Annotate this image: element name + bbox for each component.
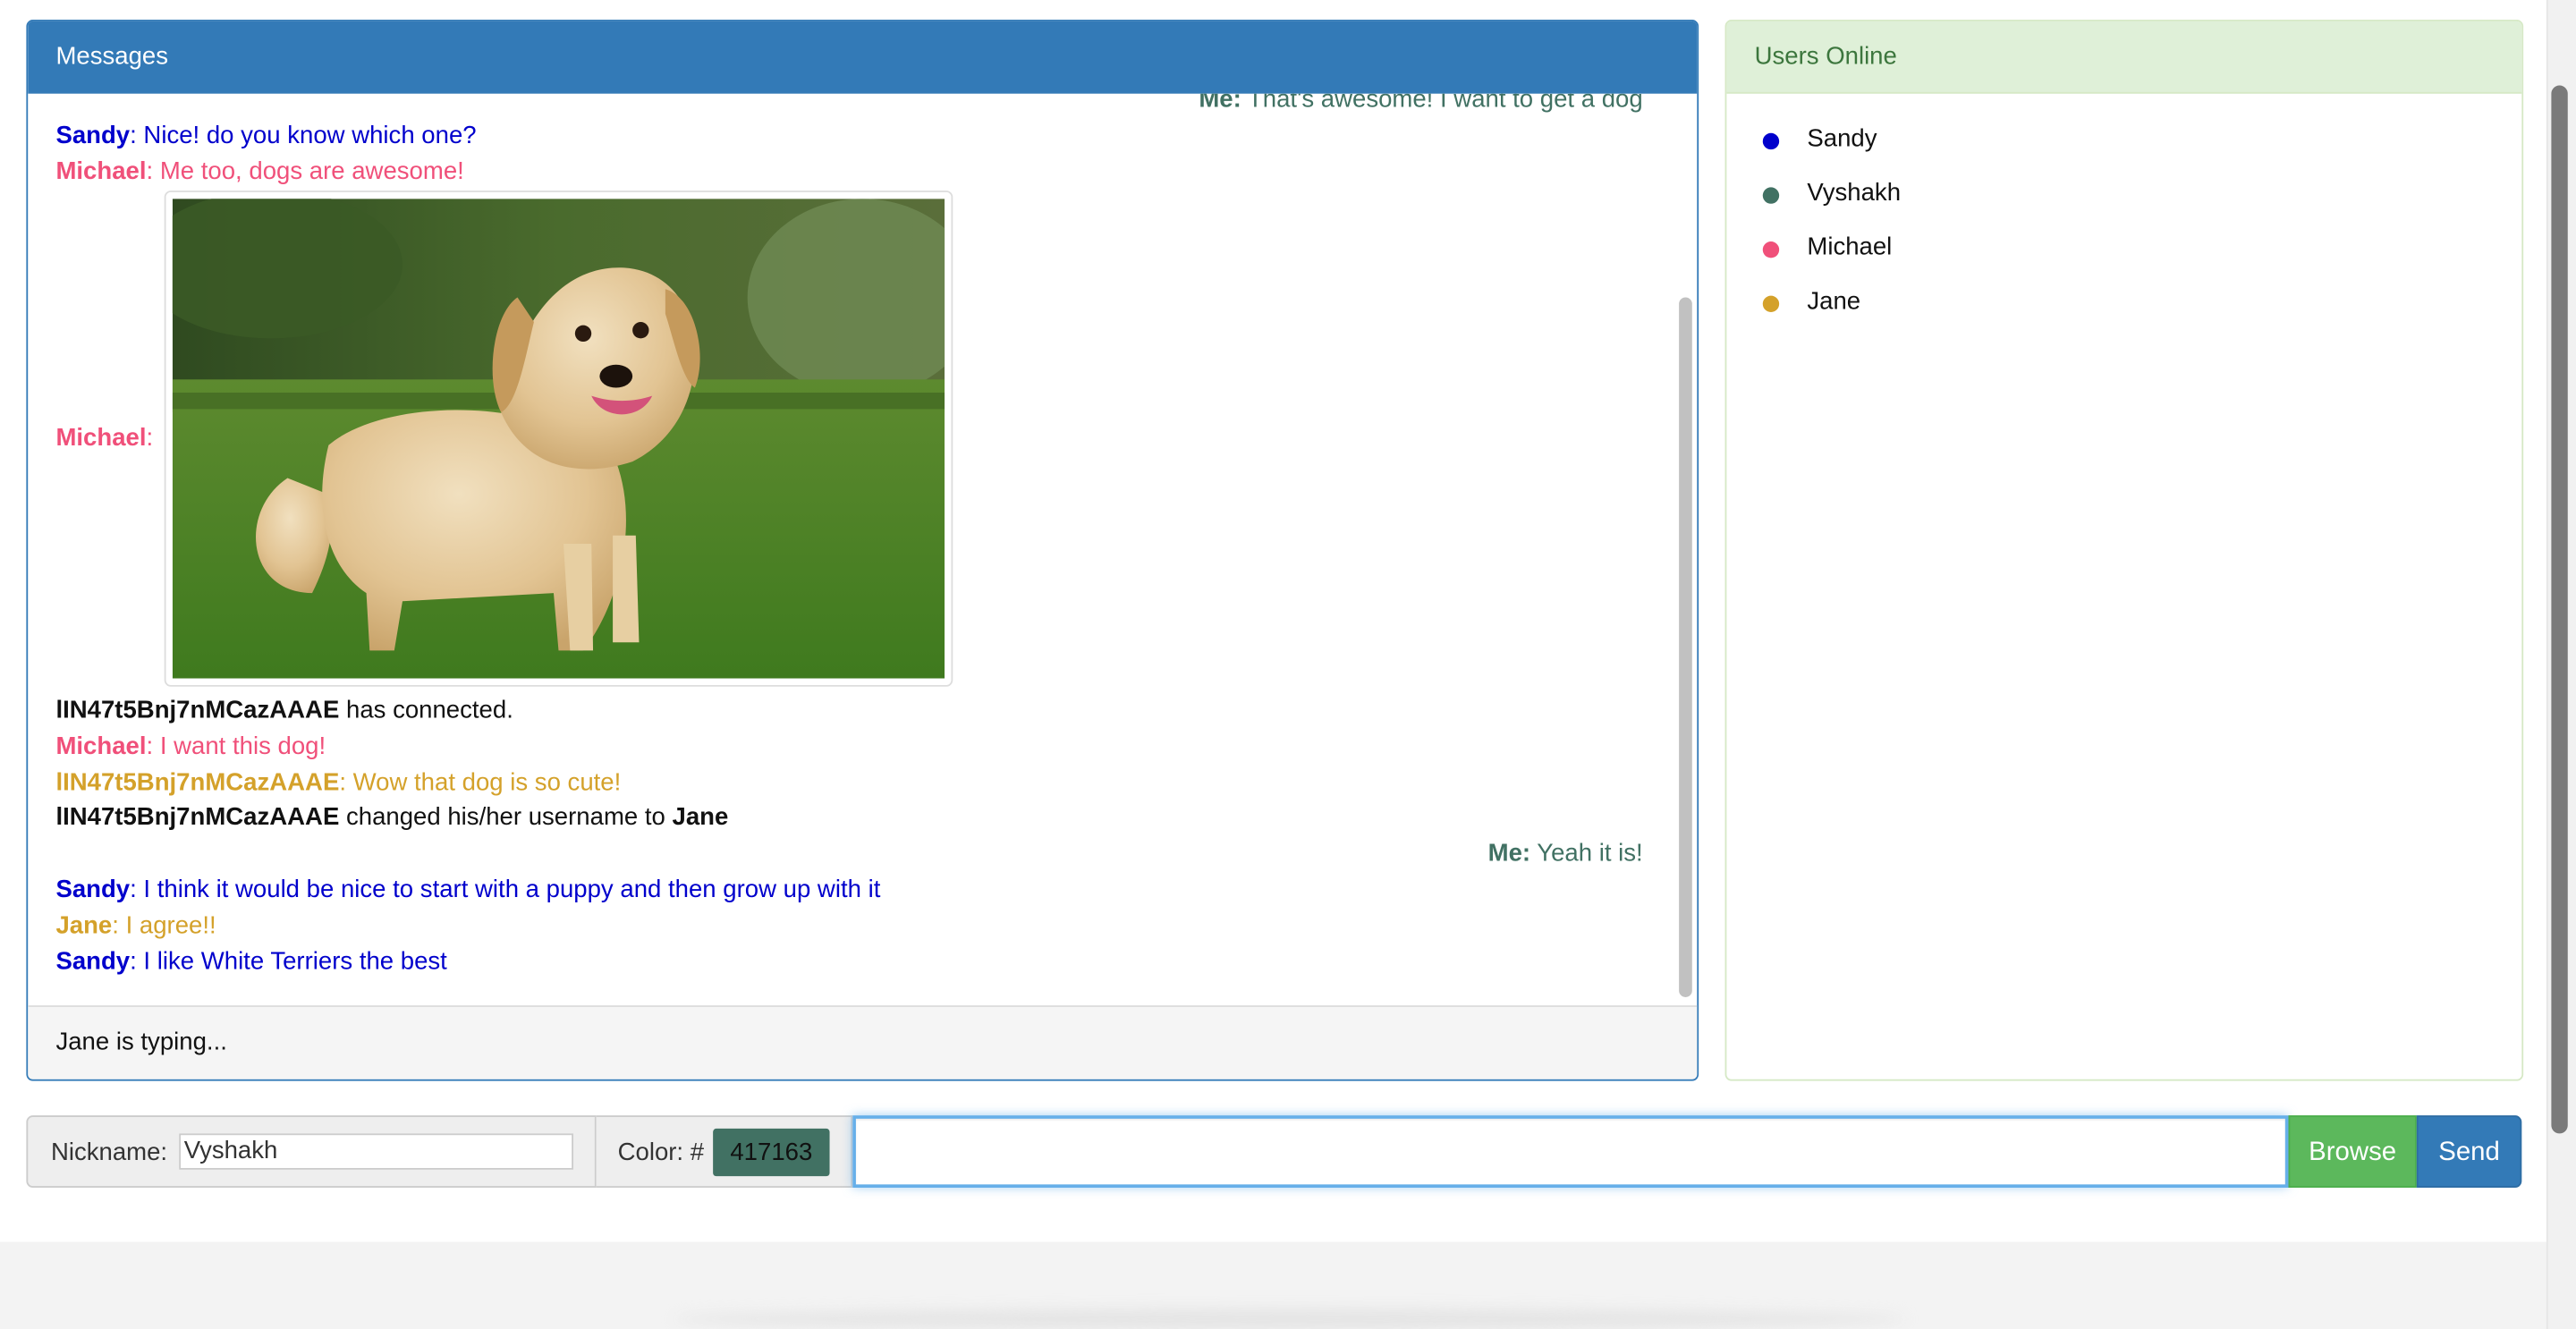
messages-title: Messages	[28, 21, 1698, 94]
color-input[interactable]: 417163	[713, 1128, 830, 1177]
nickname-group: Nickname: Vyshakh	[26, 1115, 597, 1189]
nickname-label: Nickname:	[50, 1138, 168, 1167]
user-name: Michael	[1807, 233, 1893, 262]
message-author: Me:	[1487, 839, 1531, 868]
send-button[interactable]: Send	[2416, 1115, 2522, 1189]
footer-shadow	[674, 1308, 1906, 1329]
message-new-name: Jane	[672, 803, 729, 832]
message-line: lIN47t5Bnj7nMCazAAAE changed his/her use…	[55, 803, 728, 831]
message-text: :	[146, 423, 154, 453]
message-author: Jane	[55, 911, 113, 940]
message-author: Sandy	[55, 121, 131, 150]
message-text: : Wow that dog is so cute!	[339, 768, 622, 797]
message-text: Yeah it is!	[1530, 839, 1643, 868]
dog-photo	[140, 190, 978, 679]
message-text: has connected.	[339, 696, 513, 725]
message-author: Me:	[1199, 93, 1241, 114]
message-controls: Nickname: Vyshakh Color: # 417163 Browse…	[26, 1115, 2522, 1189]
shared-image[interactable]	[140, 190, 978, 687]
message-text: : Me too, dogs are awesome!	[146, 157, 464, 186]
message-text: : Nice! do you know which one?	[130, 121, 477, 150]
message-line: Sandy: I like White Terriers the best	[55, 948, 446, 976]
message-author: Sandy	[55, 876, 131, 904]
browse-button[interactable]: Browse	[2288, 1115, 2417, 1189]
status-dot-icon	[1762, 187, 1780, 204]
message-author: Michael	[55, 423, 147, 453]
status-dot-icon	[1762, 132, 1780, 150]
message-line: lIN47t5Bnj7nMCazAAAE: Wow that dog is so…	[55, 769, 621, 797]
message-line: lIN47t5Bnj7nMCazAAAE has connected.	[55, 697, 513, 724]
message-text: : I like White Terriers the best	[130, 947, 447, 977]
message-line: Jane: I agree!!	[55, 911, 216, 939]
users-online-title: Users Online	[1726, 21, 2522, 94]
user-name: Vyshakh	[1807, 179, 1902, 207]
nickname-input[interactable]: Vyshakh	[179, 1133, 574, 1170]
message-author: lIN47t5Bnj7nMCazAAAE	[55, 696, 340, 725]
message-text: : I want this dog!	[146, 732, 326, 761]
message-author: Michael	[55, 157, 147, 186]
messages-list[interactable]: Me: That's awesome! I want to get a dog …	[28, 94, 1697, 1007]
message-text: changed his/her username to	[339, 803, 673, 832]
user-name: Jane	[1807, 287, 1861, 316]
message-text: That's awesome! I want to get a dog	[1241, 93, 1643, 114]
color-group: Color: # 417163	[596, 1115, 853, 1189]
messages-scrollbar[interactable]	[1679, 297, 1692, 997]
status-dot-icon	[1762, 295, 1780, 312]
message-text: : I think it would be nice to start with…	[130, 876, 881, 904]
message-line: Michael: Me too, dogs are awesome!	[55, 157, 463, 185]
status-dot-icon	[1762, 241, 1780, 258]
messages-panel: Messages Me: That's awesome! I want to g…	[26, 20, 1699, 1081]
typing-indicator: Jane is typing...	[28, 1005, 1698, 1079]
message-line: Me: That's awesome! I want to get a dog	[1199, 94, 1642, 114]
message-line: Sandy: I think it would be nice to start…	[55, 876, 880, 903]
users-online-panel: Users Online Sandy Vyshakh Michael Jane	[1724, 20, 2524, 1081]
user-name: Sandy	[1807, 124, 1877, 153]
message-line: Me: Yeah it is!	[1488, 840, 1643, 868]
window-scrollbar-thumb[interactable]	[2551, 85, 2568, 1134]
message-input[interactable]	[852, 1115, 2289, 1189]
message-text: : I agree!!	[112, 911, 216, 940]
message-author: Michael	[55, 732, 147, 761]
message-author: lIN47t5Bnj7nMCazAAAE	[55, 768, 340, 797]
message-author: lIN47t5Bnj7nMCazAAAE	[55, 803, 340, 832]
message-line: Sandy: Nice! do you know which one?	[55, 122, 476, 149]
message-line: Michael: I want this dog!	[55, 732, 326, 760]
color-label: Color: #	[617, 1138, 705, 1167]
message-line: Michael:	[55, 424, 153, 452]
message-author: Sandy	[55, 947, 131, 977]
